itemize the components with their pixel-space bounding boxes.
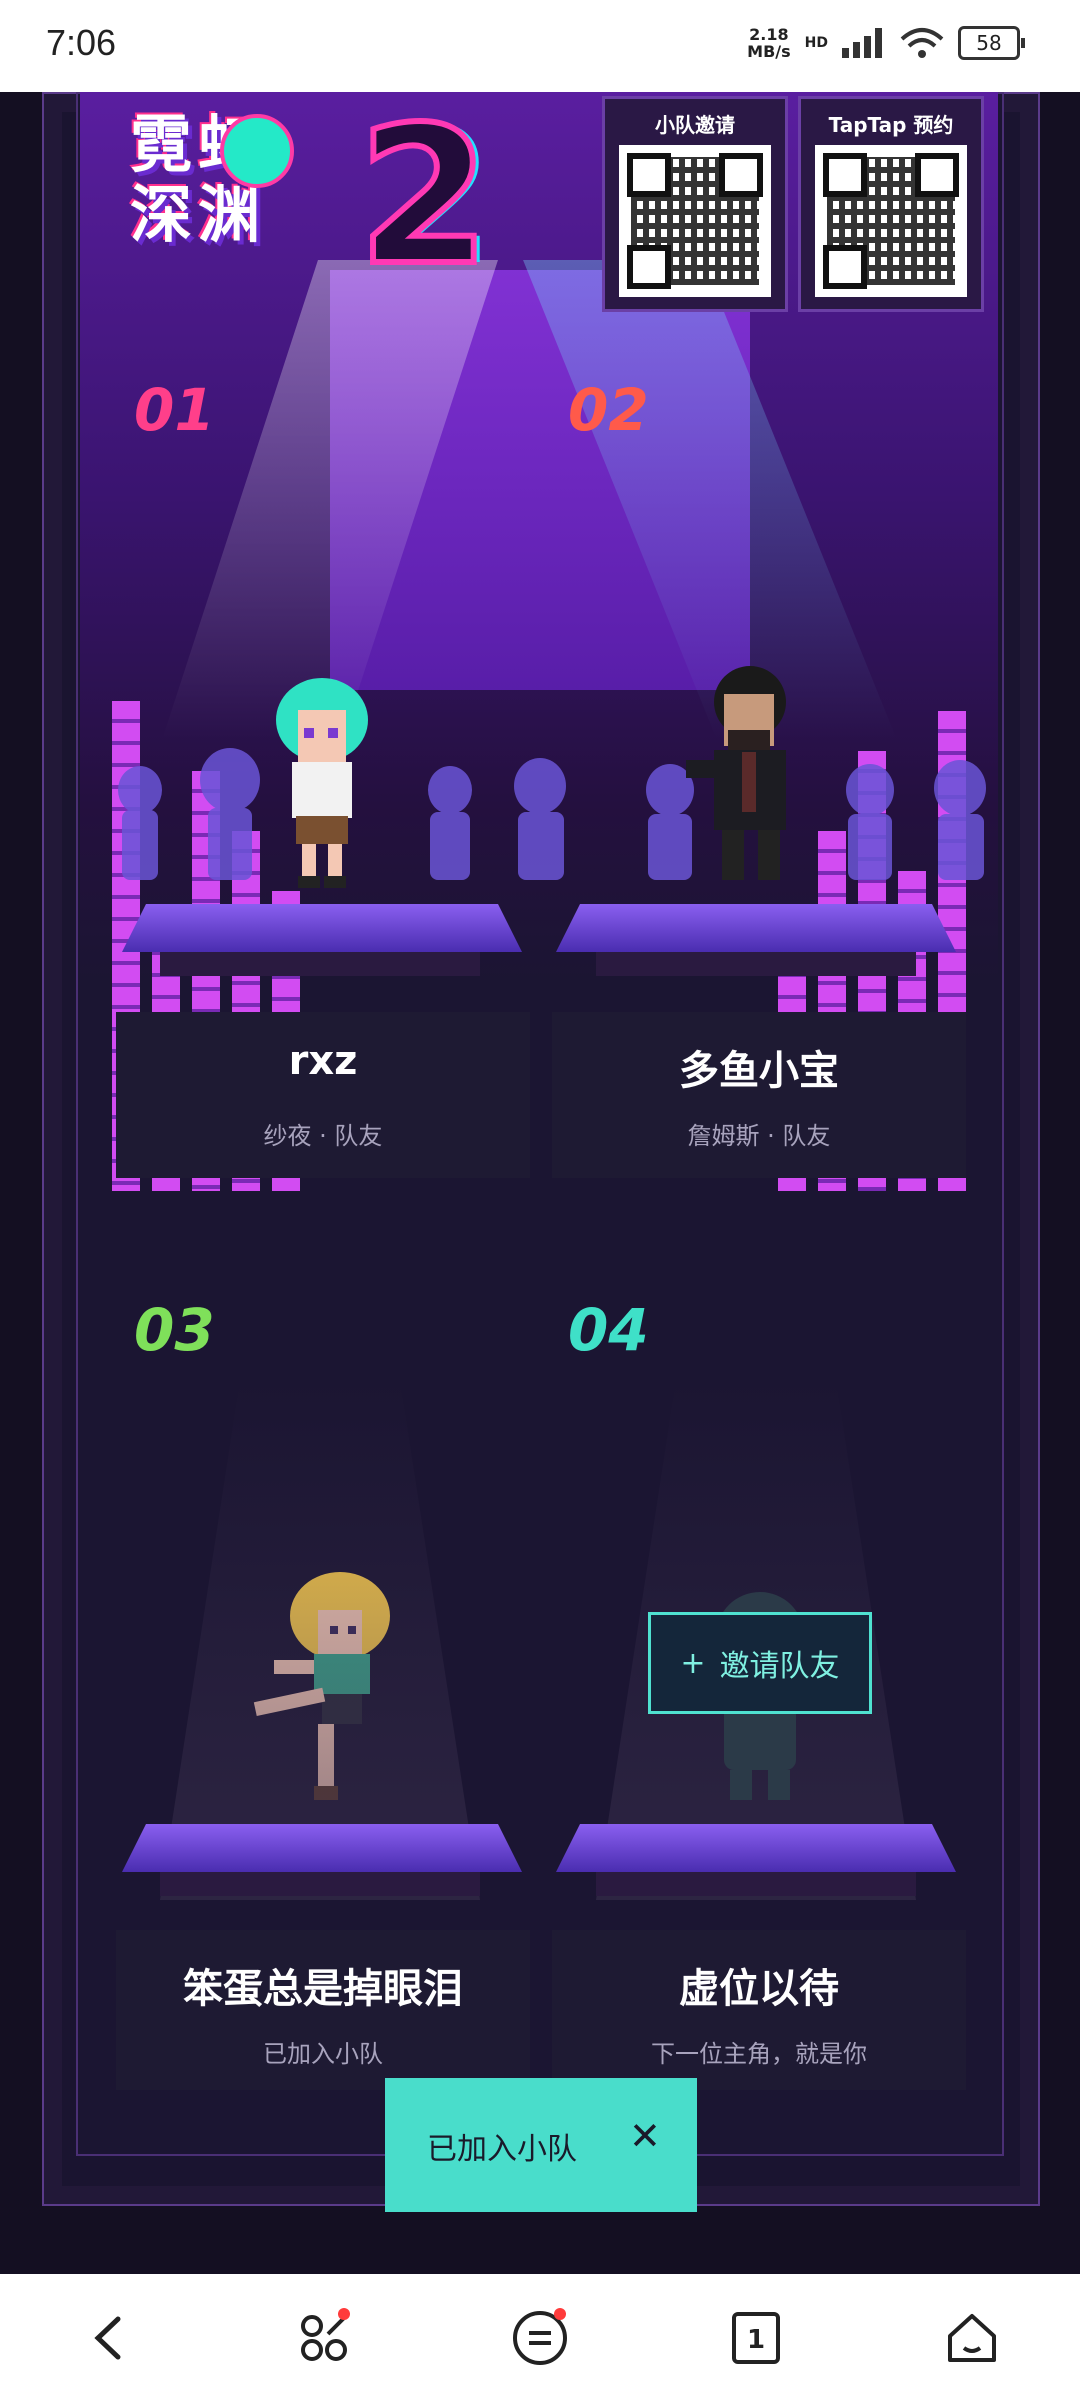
member-status: 已加入小队: [263, 2040, 383, 2068]
slot-number-2: 02: [568, 376, 649, 444]
qr-code: [815, 145, 967, 297]
wifi-icon: [900, 28, 944, 58]
status-bar: 7:06 2.18 MB/s HD 58: [0, 0, 1080, 92]
menu-button[interactable]: [500, 2298, 580, 2378]
member-role: 纱夜 · 队友: [263, 1122, 383, 1150]
tabs-button[interactable]: 1: [716, 2298, 796, 2378]
logo-smiley-icon: [220, 114, 294, 188]
stage-pad-4: [556, 1824, 956, 1872]
member-name: 笨蛋总是掉眼泪: [183, 1966, 463, 2012]
qr-title: 小队邀请: [655, 113, 735, 137]
slot-number-1: 01: [134, 376, 215, 444]
member-name: 虚位以待: [679, 1966, 839, 2012]
home-icon: [948, 2313, 996, 2362]
member-name: 多鱼小宝: [679, 1048, 839, 1094]
member-name: rxz: [288, 1038, 358, 1084]
member-card-1: rxz 纱夜 · 队友: [116, 1012, 530, 1178]
slot-number-3: 03: [134, 1296, 215, 1364]
stage-pad-3: [122, 1824, 522, 1872]
browser-nav-bar: 1: [0, 2274, 1080, 2401]
crowd-silhouettes: [118, 748, 986, 880]
member-card-3: 笨蛋总是掉眼泪 已加入小队: [116, 1930, 530, 2090]
member-card-2: 多鱼小宝 詹姆斯 · 队友: [552, 1012, 966, 1178]
network-speed: 2.18 MB/s: [747, 25, 791, 61]
tabs-icon: 1: [732, 2311, 780, 2364]
member-status: 下一位主角，就是你: [651, 2040, 867, 2068]
tabs-count: 1: [747, 2325, 765, 2355]
qr-card-team-invite[interactable]: 小队邀请: [602, 96, 788, 312]
toast-message: 已加入小队: [427, 2132, 577, 2167]
apps-button[interactable]: [284, 2298, 364, 2378]
joined-toast: 已加入小队 ✕: [385, 2078, 697, 2212]
notification-dot: [338, 2307, 350, 2320]
status-time: 7:06: [46, 22, 117, 63]
battery-icon: 58: [958, 26, 1025, 60]
qr-title: TapTap 预约: [828, 113, 954, 137]
back-icon: [94, 2316, 121, 2359]
logo-number: 2: [355, 86, 493, 307]
home-button[interactable]: [932, 2298, 1012, 2378]
invite-label: 邀请队友: [719, 1649, 840, 1684]
plus-icon: +: [680, 1645, 706, 1681]
character-sprite-2: [686, 666, 786, 880]
back-button[interactable]: [68, 2298, 148, 2378]
stage-pad-1: [122, 904, 522, 952]
slot-number-4: 04: [568, 1296, 649, 1364]
invite-teammate-button[interactable]: + 邀请队友: [648, 1612, 872, 1714]
member-card-4: 虚位以待 下一位主角，就是你: [552, 1930, 966, 2090]
stage-pad-2: [556, 904, 956, 952]
member-role: 詹姆斯 · 队友: [687, 1122, 831, 1150]
hd-badge: HD: [804, 35, 828, 51]
close-icon[interactable]: ✕: [629, 2114, 661, 2158]
game-logo: 霓虹 深渊 2: [130, 99, 493, 295]
notification-dot: [554, 2307, 566, 2320]
qr-code: [619, 145, 771, 297]
qr-card-taptap[interactable]: TapTap 预约: [798, 96, 984, 312]
status-icons: 2.18 MB/s HD 58: [747, 25, 1025, 61]
signal-icon: [842, 28, 882, 58]
character-sprite-1: [276, 678, 368, 888]
